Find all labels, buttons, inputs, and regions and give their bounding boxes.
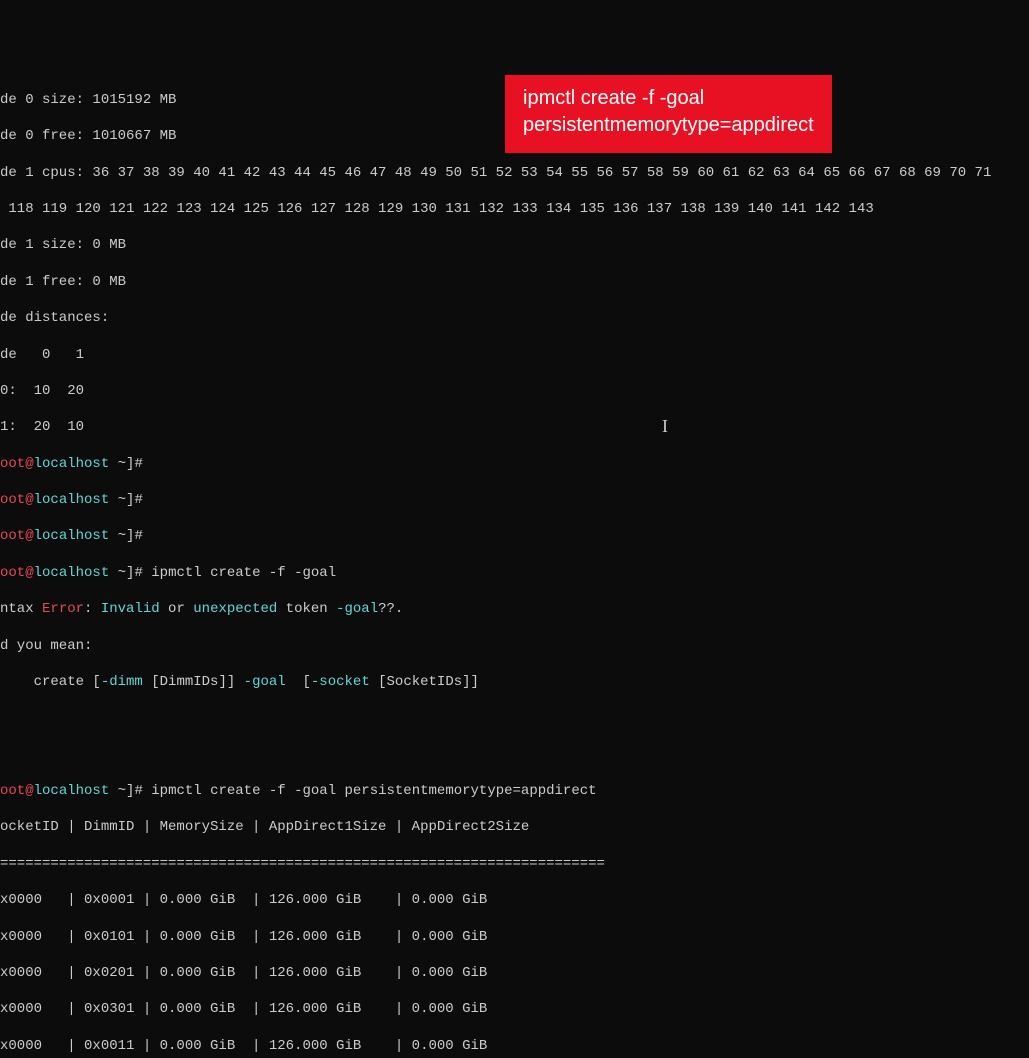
prompt-line: oot@localhost ~]# (0, 527, 1029, 545)
error-label: Error (42, 601, 84, 617)
sysinfo-line: de 1 cpus: 36 37 38 39 40 41 42 43 44 45… (0, 164, 1029, 182)
error-unexpected: unexpected (193, 601, 277, 617)
error-usage: create [-dimm [DimmIDs]] -goal [-socket … (0, 673, 1029, 691)
table-row: x0000 | 0x0301 | 0.000 GiB | 126.000 GiB… (0, 1000, 1029, 1018)
usage-dimm: -dimm (101, 674, 143, 690)
prompt-suffix: ~]# (109, 492, 151, 508)
table-row: x0000 | 0x0101 | 0.000 GiB | 126.000 GiB… (0, 928, 1029, 946)
usage-indent: create [ (0, 674, 101, 690)
usage-mid: [DimmIDs]] (143, 674, 244, 690)
prompt-user: oot (0, 783, 25, 799)
command-line: oot@localhost ~]# ipmctl create -f -goal (0, 564, 1029, 582)
sysinfo-line: 1: 20 10 (0, 418, 1029, 436)
error-mid: or (160, 601, 194, 617)
prompt-host: localhost (34, 528, 110, 544)
command-text: ipmctl create -f -goal persistentmemoryt… (151, 783, 596, 799)
error-prefix: ntax (0, 601, 42, 617)
usage-socket: -socket (311, 674, 370, 690)
prompt-suffix: ~]# (109, 456, 151, 472)
usage-mid: [ (286, 674, 311, 690)
prompt-line: oot@localhost ~]# (0, 455, 1029, 473)
usage-goal: -goal (244, 674, 286, 690)
command-line: oot@localhost ~]# ipmctl create -f -goal… (0, 782, 1029, 800)
sysinfo-line: de 0 1 (0, 346, 1029, 364)
prompt-host: localhost (34, 565, 110, 581)
table-row: x0000 | 0x0011 | 0.000 GiB | 126.000 GiB… (0, 1037, 1029, 1055)
prompt-suffix: ~]# (109, 783, 151, 799)
blank-line (0, 709, 1029, 727)
error-line: ntax Error: Invalid or unexpected token … (0, 600, 1029, 618)
prompt-host: localhost (34, 492, 110, 508)
terminal-output[interactable]: de 0 size: 1015192 MB de 0 free: 1010667… (0, 73, 1029, 1058)
prompt-host: localhost (34, 456, 110, 472)
prompt-user: oot (0, 492, 25, 508)
command-text: ipmctl create -f -goal (151, 565, 336, 581)
sysinfo-line: de 1 free: 0 MB (0, 273, 1029, 291)
command-callout: ipmctl create -f -goal persistentmemoryt… (505, 75, 832, 153)
callout-line1: ipmctl create -f -goal (523, 85, 814, 112)
prompt-user: oot (0, 528, 25, 544)
prompt-host: localhost (34, 783, 110, 799)
prompt-at: @ (25, 492, 33, 508)
prompt-at: @ (25, 565, 33, 581)
sysinfo-line: de 1 size: 0 MB (0, 236, 1029, 254)
error-didyou: d you mean: (0, 637, 1029, 655)
prompt-suffix: ~]# (109, 565, 151, 581)
table-separator: ========================================… (0, 855, 1029, 873)
prompt-user: oot (0, 456, 25, 472)
error-colon: : (84, 601, 101, 617)
sysinfo-line: 118 119 120 121 122 123 124 125 126 127 … (0, 200, 1029, 218)
prompt-at: @ (25, 528, 33, 544)
prompt-suffix: ~]# (109, 528, 151, 544)
sysinfo-line: 0: 10 20 (0, 382, 1029, 400)
blank-line (0, 746, 1029, 764)
prompt-user: oot (0, 565, 25, 581)
sysinfo-line: de distances: (0, 309, 1029, 327)
callout-line2: persistentmemorytype=appdirect (523, 112, 814, 139)
error-mid: token (277, 601, 336, 617)
error-invalid: Invalid (101, 601, 160, 617)
prompt-line: oot@localhost ~]# (0, 491, 1029, 509)
table-row: x0000 | 0x0001 | 0.000 GiB | 126.000 GiB… (0, 891, 1029, 909)
table-row: x0000 | 0x0201 | 0.000 GiB | 126.000 GiB… (0, 964, 1029, 982)
usage-end: [SocketIDs]] (370, 674, 479, 690)
prompt-at: @ (25, 456, 33, 472)
text-cursor-icon: I (662, 415, 668, 438)
error-suffix: ??. (378, 601, 403, 617)
prompt-at: @ (25, 783, 33, 799)
error-goal: -goal (336, 601, 378, 617)
table-header: ocketID | DimmID | MemorySize | AppDirec… (0, 818, 1029, 836)
